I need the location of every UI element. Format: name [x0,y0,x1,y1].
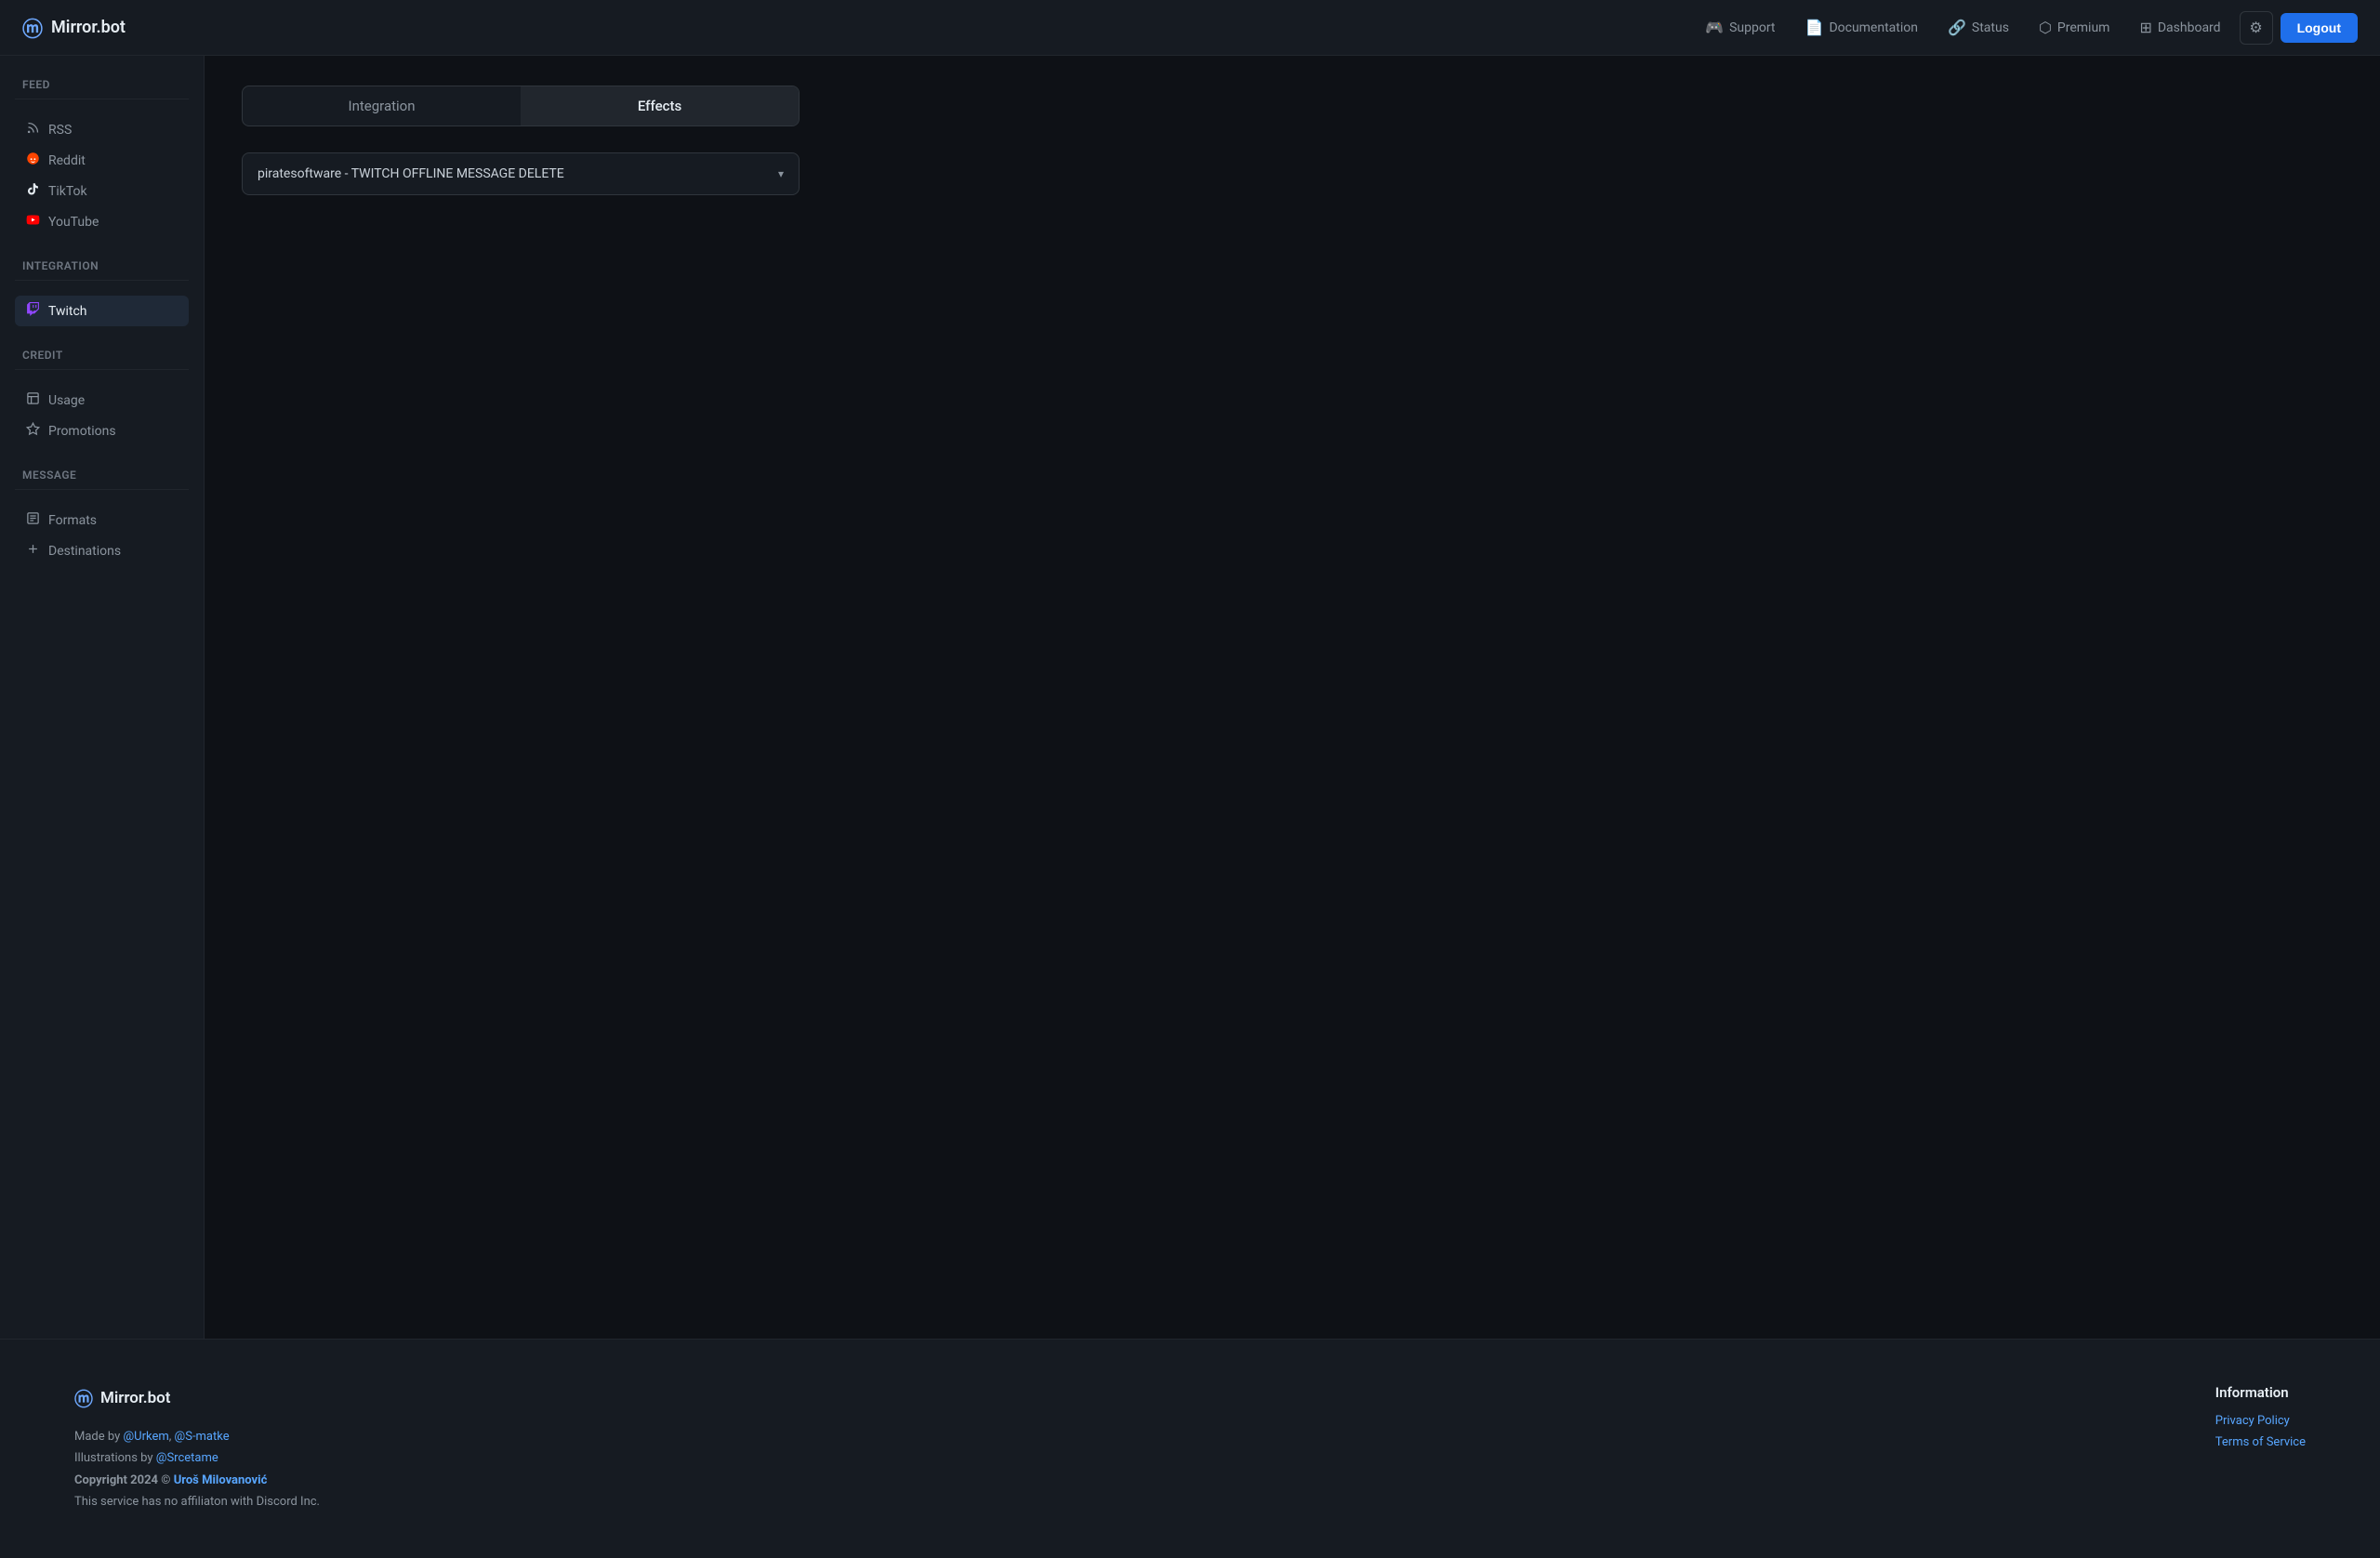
sidebar-item-rss[interactable]: RSS [15,114,189,145]
event-dropdown[interactable]: piratesoftware - TWITCH OFFLINE MESSAGE … [242,152,800,195]
youtube-icon [24,213,41,231]
header: ⓜ Mirror.bot 🎮 Support 📄 Documentation 🔗… [0,0,2380,56]
formats-icon [24,511,41,529]
footer-made-by: Made by @Urkem, @S-matke [74,1426,320,1447]
sidebar-item-youtube[interactable]: YouTube [15,206,189,237]
credit-section-title: Credit [15,349,189,362]
author1-link[interactable]: @Urkem [123,1430,168,1444]
logo-link[interactable]: ⓜ Mirror.bot [22,13,126,43]
sidebar-item-twitch[interactable]: Twitch [15,296,189,326]
privacy-policy-link[interactable]: Privacy Policy [2215,1414,2306,1428]
settings-icon: ⚙ [2249,19,2262,37]
support-link[interactable]: 🎮 Support [1694,13,1786,42]
integration-divider [15,280,189,281]
footer-logo-text: Mirror.bot [100,1389,171,1407]
premium-icon: ⬡ [2039,19,2052,36]
sidebar-item-tiktok[interactable]: TikTok [15,176,189,206]
footer-info-title: Information [2215,1384,2306,1401]
dashboard-icon: ⊞ [2139,19,2151,36]
sidebar-item-promotions[interactable]: Promotions [15,416,189,446]
sidebar-section-credit: Credit Usage Promotions [15,349,189,446]
documentation-icon: 📄 [1805,19,1824,36]
usage-icon [24,391,41,409]
dropdown-value: piratesoftware - TWITCH OFFLINE MESSAGE … [258,166,564,181]
message-divider [15,489,189,490]
status-link[interactable]: 🔗 Status [1937,13,2020,42]
destinations-icon [24,542,41,560]
footer: ⓜ Mirror.bot Made by @Urkem, @S-matke Il… [0,1339,2380,1558]
dropdown-arrow-icon: ▾ [778,167,784,180]
dashboard-link[interactable]: ⊞ Dashboard [2128,13,2231,42]
footer-right: Information Privacy Policy Terms of Serv… [2215,1384,2306,1457]
footer-disclaimer: This service has no affiliaton with Disc… [74,1491,320,1512]
sidebar-section-integration: Integration Twitch [15,259,189,326]
rss-icon [24,121,41,139]
footer-copyright: Copyright 2024 © Uroš Milovanović [74,1470,320,1491]
settings-button[interactable]: ⚙ [2240,11,2273,45]
message-section-title: Message [15,469,189,482]
sidebar-item-reddit[interactable]: Reddit [15,145,189,176]
logout-button[interactable]: Logout [2281,13,2358,43]
tiktok-icon [24,182,41,200]
footer-illustrations: Illustrations by @Srcetame [74,1447,320,1469]
logo-text: Mirror.bot [51,18,126,37]
sidebar-section-feed: Feed RSS Reddit [15,78,189,237]
footer-logo-area: ⓜ Mirror.bot [74,1384,320,1411]
sidebar-item-destinations[interactable]: Destinations [15,535,189,566]
integration-section-title: Integration [15,259,189,272]
sidebar-section-message: Message Formats Destinations [15,469,189,566]
tab-integration[interactable]: Integration [243,86,521,125]
twitch-icon [24,302,41,320]
dropdown-container: piratesoftware - TWITCH OFFLINE MESSAGE … [242,152,800,195]
sidebar-item-usage[interactable]: Usage [15,385,189,416]
reddit-icon [24,152,41,169]
sidebar: Feed RSS Reddit [0,56,205,1339]
status-icon: 🔗 [1948,19,1966,36]
header-nav: 🎮 Support 📄 Documentation 🔗 Status ⬡ Pre… [1694,11,2358,45]
logo-icon: ⓜ [22,13,42,43]
terms-of-service-link[interactable]: Terms of Service [2215,1435,2306,1449]
main-wrapper: Feed RSS Reddit [0,56,2380,1339]
credit-divider [15,369,189,370]
sidebar-item-formats[interactable]: Formats [15,505,189,535]
illustrator-link[interactable]: @Srcetame [156,1451,218,1465]
support-icon: 🎮 [1705,19,1724,36]
main-content: Integration Effects piratesoftware - TWI… [205,56,2380,1339]
tab-effects[interactable]: Effects [521,86,799,125]
copyright-link[interactable]: Uroš Milovanović [174,1473,268,1487]
tabs-container: Integration Effects [242,86,800,126]
feed-section-title: Feed [15,78,189,91]
promotions-icon [24,422,41,440]
documentation-link[interactable]: 📄 Documentation [1794,13,1929,42]
footer-left: ⓜ Mirror.bot Made by @Urkem, @S-matke Il… [74,1384,320,1513]
footer-logo-icon: ⓜ [74,1384,93,1411]
premium-link[interactable]: ⬡ Premium [2028,13,2122,42]
author2-link[interactable]: @S-matke [175,1430,230,1444]
